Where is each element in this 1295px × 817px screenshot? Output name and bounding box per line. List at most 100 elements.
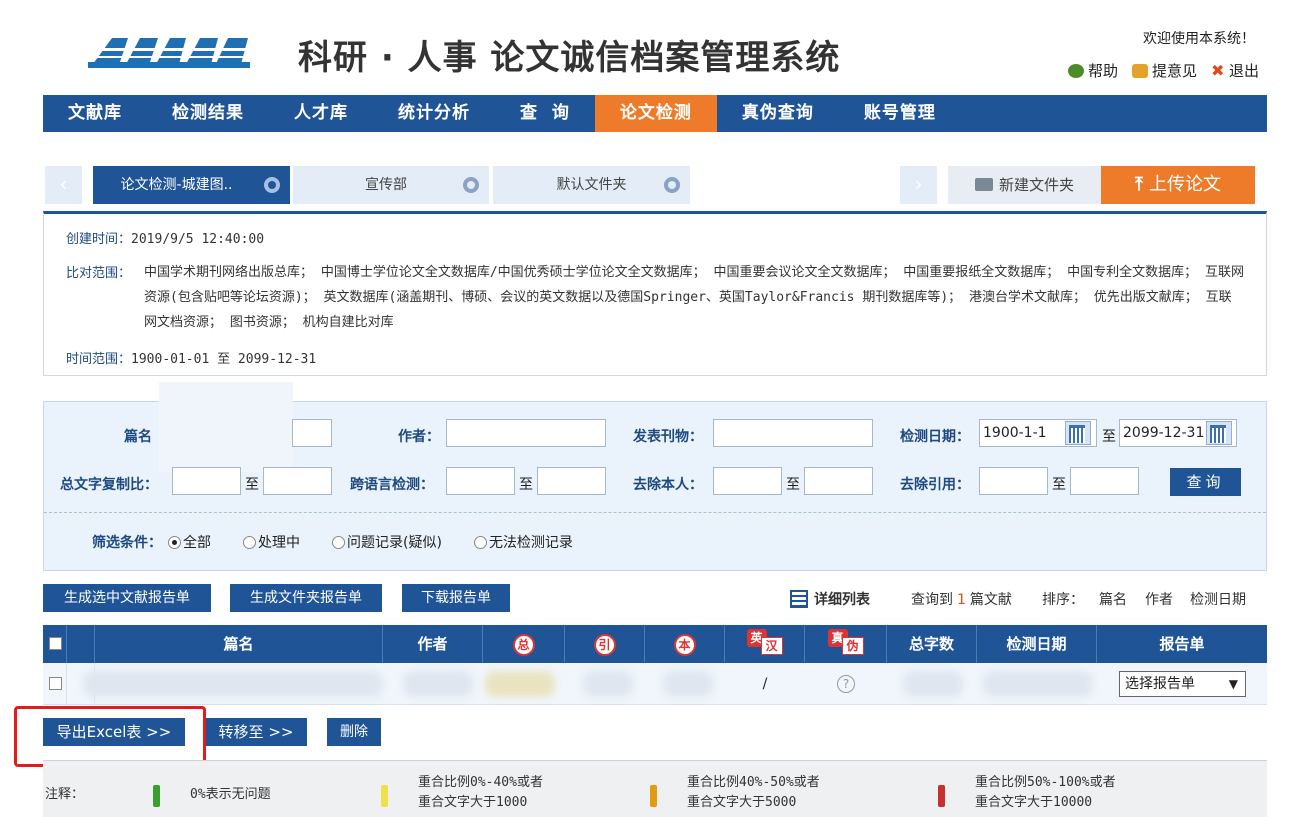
green-bar: [153, 785, 160, 807]
cross-to-input[interactable]: [537, 467, 606, 495]
cross-lang-label: 跨语言检测：: [350, 477, 434, 493]
next-folder-button[interactable]: ›: [900, 166, 937, 204]
folder-tab-1[interactable]: 论文检测-城建图..: [93, 166, 290, 204]
nav-authenticity[interactable]: 真伪查询: [717, 95, 839, 132]
nav-talent[interactable]: 人才库: [269, 95, 373, 132]
ratio-from-input[interactable]: [172, 467, 241, 495]
cite-to-input[interactable]: [1070, 467, 1139, 495]
title-input[interactable]: [292, 419, 332, 447]
app-title: 科研 · 人事 论文诚信档案管理系统: [298, 38, 841, 78]
filter-row: 筛选条件： 全部 处理中 问题记录(疑似) 无法检测记录: [92, 532, 605, 552]
nav-literature[interactable]: 文献库: [43, 95, 147, 132]
legend-green: 0%表示无问题: [190, 787, 271, 802]
orange-bar: [650, 785, 657, 807]
new-folder-button[interactable]: 新建文件夹: [948, 166, 1101, 204]
filter-suspect[interactable]: 问题记录(疑似): [332, 532, 442, 552]
logo: [88, 38, 250, 68]
filter-all[interactable]: 全部: [168, 532, 211, 552]
move-to-button[interactable]: 转移至 >>: [205, 718, 307, 746]
query-button[interactable]: 查询: [1170, 468, 1241, 496]
row-checkbox[interactable]: [49, 677, 62, 690]
close-icon: ✖: [1210, 60, 1225, 80]
feedback-icon: [1131, 63, 1148, 78]
logout-link[interactable]: ✖ 退出: [1211, 60, 1259, 81]
folder-info-panel: 创建时间：2019/9/5 12:40:00 比对范围： 中国学术期刊网络出版总…: [43, 211, 1267, 376]
new-folder-icon: [974, 178, 993, 191]
feedback-link[interactable]: 提意见: [1131, 60, 1197, 81]
blurred-title: [83, 671, 383, 697]
journal-label: 发表刊物：: [633, 429, 703, 445]
upload-paper-button[interactable]: ⤒ 上传论文: [1101, 166, 1255, 204]
sort-by-author[interactable]: 作者: [1145, 589, 1173, 609]
help-link[interactable]: 帮助: [1067, 60, 1118, 81]
folder-tab-2[interactable]: 宣传部: [293, 166, 489, 204]
sort-label: 排序：: [1042, 592, 1084, 608]
gen-selected-report-button[interactable]: 生成选中文献报告单: [43, 584, 211, 612]
gear-icon[interactable]: [463, 177, 479, 193]
help-icon: [1067, 63, 1084, 78]
cite-from-input[interactable]: [979, 467, 1048, 495]
col-words: 总字数: [887, 625, 977, 663]
self-to-input[interactable]: [804, 467, 873, 495]
folder-tabs: ‹ 论文检测-城建图.. 宣传部 默认文件夹 › 新建文件夹 ⤒ 上传论文: [45, 166, 1255, 204]
calendar-icon[interactable]: [1206, 421, 1232, 445]
divider: [44, 512, 1266, 513]
cite-badge-icon: 引: [593, 634, 616, 656]
chevron-down-icon: ▼: [1228, 677, 1238, 691]
prev-folder-button[interactable]: ‹: [45, 166, 82, 204]
legend: 注释： 0%表示无问题 重合比例0%-40%或者 重合文字大于1000 重合比例…: [43, 760, 1267, 817]
col-authenticity: 真伪: [805, 625, 887, 663]
self-label: 去除本人：: [633, 477, 703, 493]
self-from-input[interactable]: [713, 467, 782, 495]
select-all-checkbox[interactable]: [49, 637, 62, 650]
nav-stats[interactable]: 统计分析: [373, 95, 495, 132]
col-author[interactable]: 作者: [383, 625, 483, 663]
col-cite: 引: [565, 625, 645, 663]
gen-folder-report-button[interactable]: 生成文件夹报告单: [230, 584, 382, 612]
main-nav: 文献库 检测结果 人才库 统计分析 查 询 论文检测 真伪查询 账号管理: [43, 95, 1267, 132]
red-bar: [938, 785, 945, 807]
legend-label: 注释：: [45, 787, 85, 802]
journal-input[interactable]: [713, 419, 873, 447]
english-badge-icon: 英汉: [746, 629, 783, 655]
nav-paper-check[interactable]: 论文检测: [594, 95, 717, 132]
folder-tab-3[interactable]: 默认文件夹: [493, 166, 690, 204]
author-input[interactable]: [446, 419, 606, 447]
blurred-total: [485, 671, 555, 697]
col-date[interactable]: 检测日期: [977, 625, 1097, 663]
author-label: 作者：: [398, 429, 440, 445]
calendar-icon[interactable]: [1065, 421, 1091, 445]
sort-by-date[interactable]: 检测日期: [1190, 589, 1246, 609]
col-report: 报告单: [1159, 635, 1205, 653]
delete-button[interactable]: 删除: [327, 718, 381, 746]
detail-list-toggle[interactable]: 详细列表: [790, 589, 870, 609]
self-badge-icon: 本: [673, 634, 696, 656]
question-icon[interactable]: ?: [837, 675, 855, 693]
english-value: /: [762, 676, 768, 692]
upload-icon: ⤒: [1135, 174, 1143, 195]
list-icon: [790, 590, 808, 608]
report-select[interactable]: 选择报告单 ▼: [1119, 671, 1246, 697]
ratio-label: 总文字复制比：: [60, 477, 158, 493]
time-range: 时间范围：1900-01-01 至 2099-12-31: [66, 352, 317, 367]
col-title[interactable]: 篇名: [95, 625, 383, 663]
nav-results[interactable]: 检测结果: [147, 95, 269, 132]
nav-query[interactable]: 查 询: [495, 95, 595, 132]
filter-failed[interactable]: 无法检测记录: [473, 532, 573, 552]
ratio-to-input[interactable]: [263, 467, 332, 495]
col-self: 本: [645, 625, 725, 663]
gear-icon[interactable]: [664, 177, 680, 193]
col-total: 总: [483, 625, 565, 663]
filter-processing[interactable]: 处理中: [243, 532, 300, 552]
blurred-author: [403, 671, 473, 697]
cross-from-input[interactable]: [446, 467, 515, 495]
download-report-button[interactable]: 下载报告单: [402, 584, 510, 612]
table-row[interactable]: / ? 选择报告单 ▼: [43, 663, 1267, 705]
scope-value: 中国学术期刊网络出版总库； 中国博士学位论文全文数据库/中国优秀硕士学位论文全文…: [144, 265, 1244, 330]
yellow-bar: [381, 785, 388, 807]
nav-account[interactable]: 账号管理: [839, 95, 961, 132]
sort-by-title[interactable]: 篇名: [1099, 589, 1127, 609]
gear-icon[interactable]: [264, 177, 280, 193]
result-count: 查询到 1 篇文献: [911, 592, 1012, 608]
blurred-self: [663, 671, 713, 697]
